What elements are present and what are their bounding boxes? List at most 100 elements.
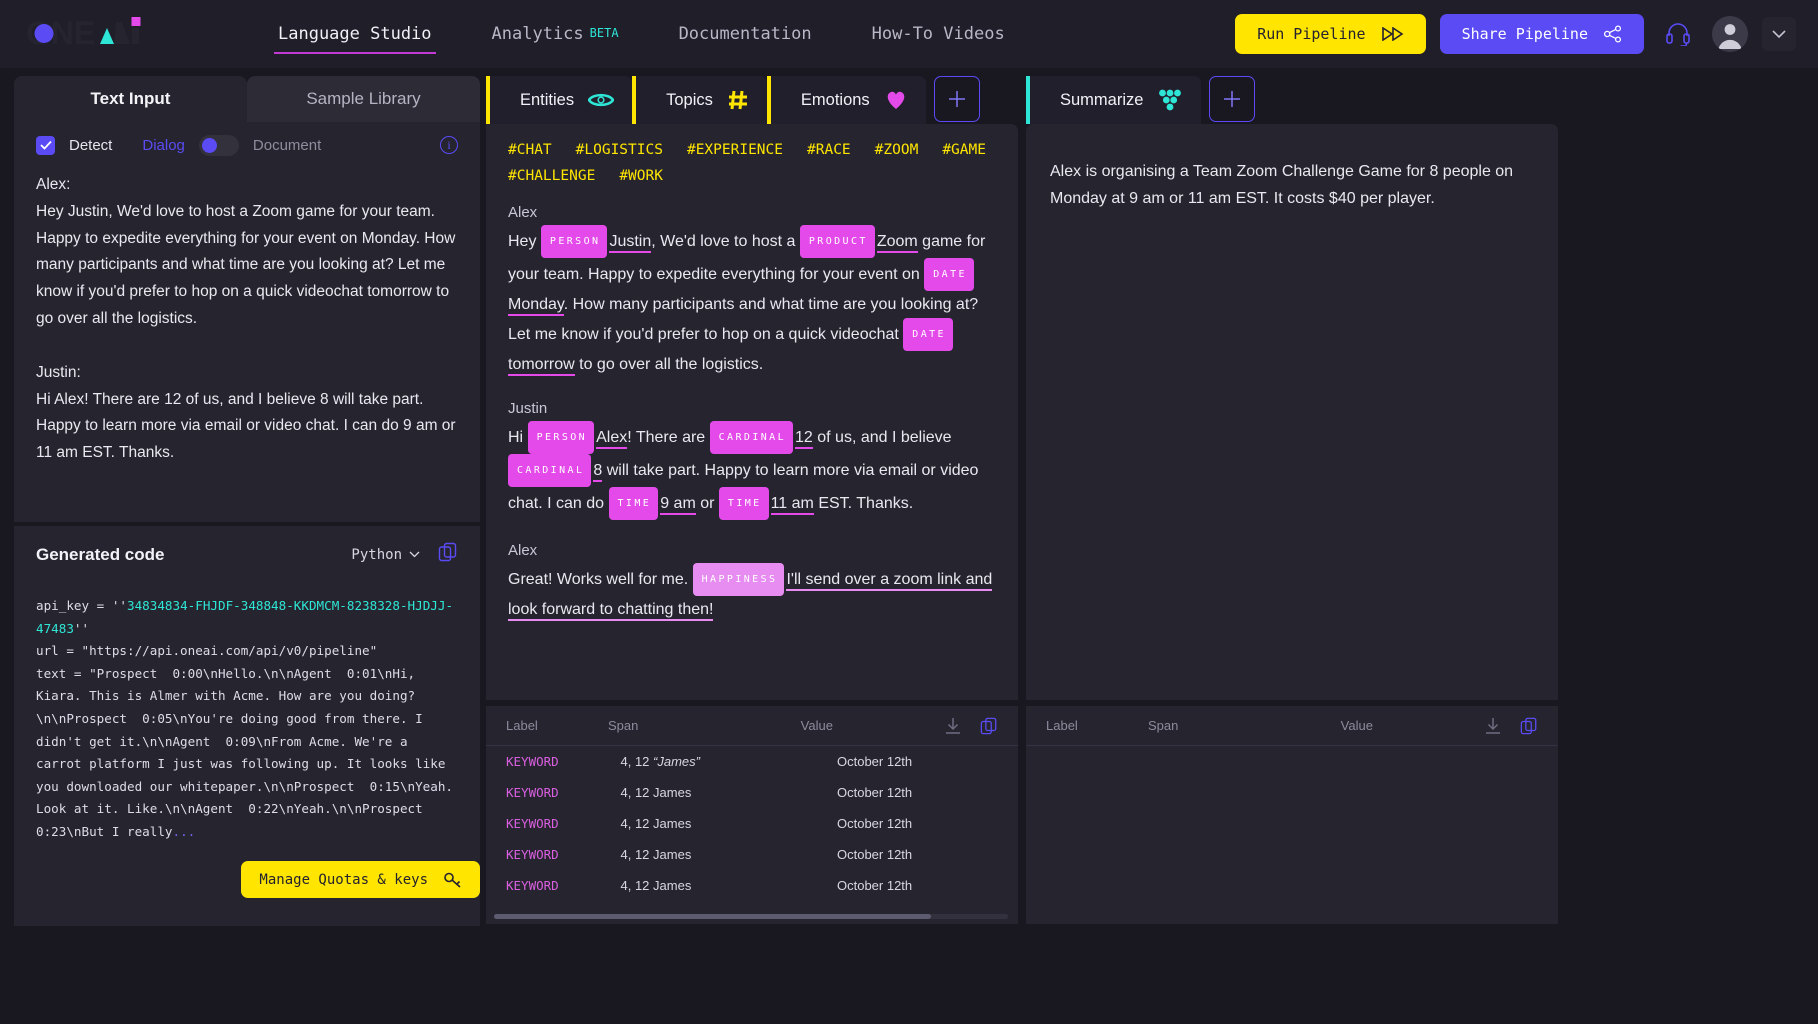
entity-tag[interactable]: CARDINAL: [508, 454, 591, 487]
entity-tag[interactable]: HAPPINESS: [693, 563, 785, 596]
entity-span[interactable]: Alex: [596, 429, 627, 449]
topic-chip[interactable]: #LOGISTICS: [576, 142, 663, 158]
plain-text: EST. Thanks.: [814, 495, 913, 512]
middle-column: Entities Topics Emotions: [486, 76, 1018, 876]
row-label: KEYWORD: [506, 754, 621, 769]
topic-chip[interactable]: #WORK: [619, 168, 663, 184]
paragraph-gap: [36, 333, 458, 360]
tab-label: Emotions: [801, 91, 870, 110]
entity-span[interactable]: Justin: [609, 233, 651, 253]
code-line-api-key-prefix: api_key = '': [36, 598, 127, 613]
row-span: 4, 12 James: [621, 878, 837, 893]
entity-tag[interactable]: TIME: [719, 487, 769, 520]
row-value: October 12th: [837, 878, 998, 893]
entity-span[interactable]: Monday: [508, 296, 564, 316]
support-button[interactable]: [1658, 14, 1698, 54]
account-menu-button[interactable]: [1762, 17, 1796, 51]
tab-emotions[interactable]: Emotions: [767, 76, 926, 124]
detect-checkbox[interactable]: [36, 136, 55, 155]
entity-tag[interactable]: PERSON: [528, 421, 595, 454]
table-column-span: Span: [608, 718, 801, 733]
nav-link-label: How-To Videos: [872, 24, 1005, 44]
annotated-block: Alex Hey PERSONJustin, We'd love to host…: [508, 204, 996, 378]
nav-link-documentation[interactable]: Documentation: [649, 18, 842, 50]
dots-triangle-icon: [1157, 88, 1183, 112]
headset-icon: [1665, 22, 1691, 46]
generated-code-title: Generated code: [36, 545, 165, 565]
row-span-emphasis: “James”: [653, 754, 700, 769]
topic-chip[interactable]: #ZOOM: [875, 142, 919, 158]
entities-table: Label Span Value KEYWORD 4: [486, 706, 1018, 924]
table-header-actions: [1484, 717, 1538, 735]
topic-chip[interactable]: #EXPERIENCE: [687, 142, 783, 158]
add-skill-button-right[interactable]: [1209, 76, 1255, 122]
copy-icon[interactable]: [1520, 717, 1538, 735]
generated-code-block[interactable]: api_key = ''34834834-FHJDF-348848-KKDMCM…: [36, 595, 458, 844]
topic-chip[interactable]: #CHALLENGE: [508, 168, 595, 184]
table-column-label: Label: [1046, 718, 1148, 733]
dialog-document-toggle[interactable]: [199, 135, 239, 156]
language-selector[interactable]: Python: [351, 547, 420, 563]
nav-link-label: Language Studio: [278, 24, 432, 44]
nav-link-how-to-videos[interactable]: How-To Videos: [842, 18, 1035, 50]
scrollbar-thumb[interactable]: [494, 914, 931, 919]
download-icon[interactable]: [1484, 717, 1502, 735]
download-icon[interactable]: [944, 717, 962, 735]
entity-span[interactable]: tomorrow: [508, 356, 575, 376]
tab-label: Sample Library: [306, 89, 420, 109]
entity-span[interactable]: 9 am: [660, 495, 696, 515]
document-label[interactable]: Document: [253, 137, 321, 154]
entity-span[interactable]: 11 am: [771, 495, 814, 515]
code-line-api-key-suffix: '': [74, 621, 89, 636]
conversation-input[interactable]: Alex: Hey Justin, We'd love to host a Zo…: [14, 168, 480, 467]
table-header-actions: [944, 717, 998, 735]
tab-topics[interactable]: Topics: [632, 76, 767, 124]
summarize-output-panel: Alex is organising a Team Zoom Challenge…: [1026, 124, 1558, 700]
table-column-value: Value: [801, 718, 944, 733]
user-avatar[interactable]: [1712, 16, 1748, 52]
nav-link-language-studio[interactable]: Language Studio: [248, 18, 462, 50]
entity-tag[interactable]: CARDINAL: [710, 421, 793, 454]
table-row[interactable]: KEYWORD 4, 12 James October 12th: [486, 839, 1018, 870]
entity-span[interactable]: Zoom: [877, 233, 918, 253]
add-skill-button-middle[interactable]: [934, 76, 980, 122]
run-pipeline-button[interactable]: Run Pipeline: [1235, 14, 1425, 54]
left-column: Text Input Sample Library Detect Dialog …: [14, 76, 480, 1016]
speaker-name: Justin: [508, 400, 996, 417]
table-row[interactable]: KEYWORD 4, 12 James October 12th: [486, 870, 1018, 901]
tab-sample-library[interactable]: Sample Library: [247, 76, 480, 122]
speaker-text: Hi Alex! There are 12 of us, and I belie…: [36, 387, 458, 467]
entity-span[interactable]: 12: [795, 429, 813, 449]
topic-chip[interactable]: #RACE: [807, 142, 851, 158]
entity-tag[interactable]: PRODUCT: [800, 225, 875, 258]
entity-tag[interactable]: TIME: [609, 487, 659, 520]
entity-tag[interactable]: DATE: [903, 318, 953, 351]
entity-tag[interactable]: DATE: [924, 258, 974, 291]
share-pipeline-button[interactable]: Share Pipeline: [1440, 14, 1644, 54]
entity-span[interactable]: 8: [593, 462, 602, 482]
row-label: KEYWORD: [506, 785, 621, 800]
nav-link-analytics[interactable]: AnalyticsBETA: [462, 18, 649, 50]
copy-code-button[interactable]: [438, 542, 458, 567]
copy-icon[interactable]: [980, 717, 998, 735]
table-horizontal-scrollbar[interactable]: [494, 914, 1008, 919]
manage-quotas-button[interactable]: Manage Quotas & keys: [241, 861, 480, 898]
key-icon: [444, 872, 462, 888]
nav-link-label: Documentation: [679, 24, 812, 44]
dialog-label[interactable]: Dialog: [142, 137, 185, 154]
entity-tag[interactable]: PERSON: [541, 225, 608, 258]
topic-chip[interactable]: #CHAT: [508, 142, 552, 158]
oneai-logo-icon: ONE: [26, 14, 186, 54]
table-row[interactable]: KEYWORD 4, 12 “James” October 12th: [486, 746, 1018, 777]
table-row[interactable]: KEYWORD 4, 12 James October 12th: [486, 808, 1018, 839]
tab-summarize[interactable]: Summarize: [1026, 76, 1201, 124]
table-row[interactable]: KEYWORD 4, 12 James October 12th: [486, 777, 1018, 808]
tab-entities[interactable]: Entities: [486, 76, 632, 124]
oneai-logo[interactable]: ONE: [26, 11, 226, 57]
info-circle-icon[interactable]: i: [440, 136, 458, 154]
app-root: ONE Language Studio AnalyticsBETA Docume…: [0, 0, 1818, 1024]
topic-chip[interactable]: #GAME: [942, 142, 986, 158]
tab-text-input[interactable]: Text Input: [14, 76, 247, 122]
plus-icon: [1222, 89, 1242, 109]
row-value: October 12th: [837, 785, 998, 800]
